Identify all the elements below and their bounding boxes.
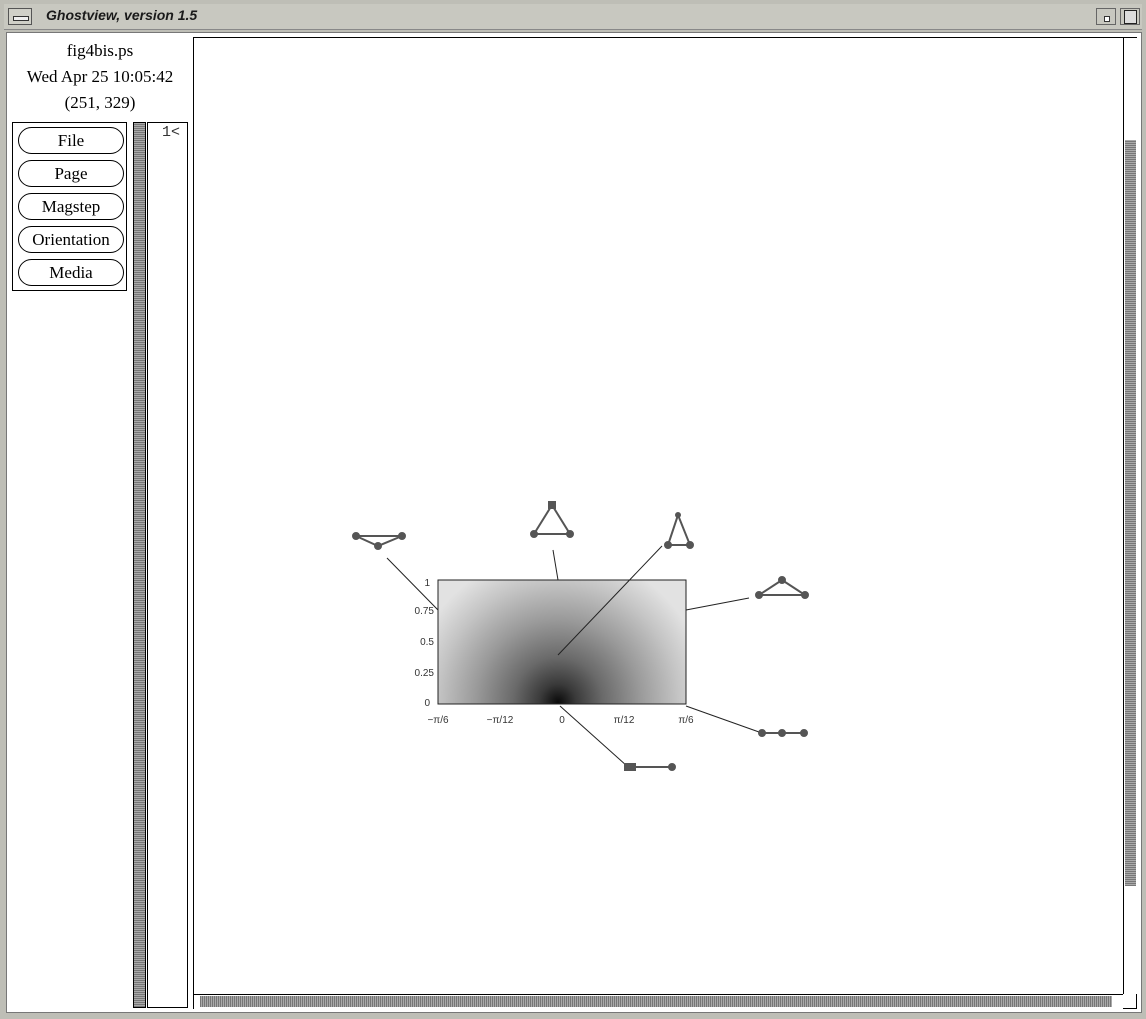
file-button[interactable]: File <box>18 127 124 154</box>
horizontal-scroll-thumb[interactable] <box>200 996 1112 1007</box>
orientation-button[interactable]: Orientation <box>18 226 124 253</box>
postscript-figure: 1 0.75 0.5 0.25 0 −π/6 −π/12 0 π/12 π/6 <box>352 501 809 771</box>
maximize-icon <box>1124 10 1137 24</box>
y-tick-label: 1 <box>424 578 430 589</box>
minimize-button[interactable] <box>1096 8 1116 25</box>
magstep-button[interactable]: Magstep <box>18 193 124 220</box>
linear-glyph-bottom-right <box>758 729 808 737</box>
window-frame: Ghostview, version 1.5 fig4bis.ps Wed Ap… <box>0 0 1146 1019</box>
vertical-scroll-thumb[interactable] <box>1125 140 1136 886</box>
heatmap <box>438 580 686 704</box>
horizontal-scrollbar[interactable] <box>194 994 1123 1009</box>
cursor-coords: (251, 329) <box>64 93 136 112</box>
vertical-scrollbar[interactable] <box>1123 38 1137 994</box>
command-panel: File Page Magstep Orientation Media <box>12 122 127 291</box>
linear-glyph-bottom <box>624 763 676 771</box>
page-view[interactable]: 1 0.75 0.5 0.25 0 −π/6 −π/12 0 π/12 π/6 <box>193 37 1137 1009</box>
scroll-corner <box>1123 994 1136 1008</box>
window-menu-icon <box>13 16 29 21</box>
maximize-button[interactable] <box>1120 8 1140 25</box>
x-tick-label: π/12 <box>614 715 635 726</box>
page-list-scrollbar[interactable] <box>133 122 146 1008</box>
triangle-glyph-top-left <box>352 532 406 550</box>
client-area: fig4bis.ps Wed Apr 25 10:05:42 (251, 329… <box>6 32 1142 1013</box>
minimize-icon <box>1104 16 1110 22</box>
y-tick-label: 0 <box>424 698 430 709</box>
y-tick-label: 0.75 <box>415 606 435 617</box>
page-list[interactable]: 1< <box>147 122 188 1008</box>
file-name: fig4bis.ps <box>66 41 134 60</box>
y-tick-label: 0.5 <box>420 637 434 648</box>
window-menu-button[interactable] <box>8 8 32 25</box>
y-tick-label: 0.25 <box>415 668 435 679</box>
triangle-glyph-top <box>530 501 574 538</box>
triangle-glyph-top-right <box>664 512 694 549</box>
x-tick-label: −π/6 <box>427 715 449 726</box>
x-tick-label: 0 <box>559 715 565 726</box>
triangle-glyph-right <box>755 576 809 599</box>
page-button[interactable]: Page <box>18 160 124 187</box>
media-button[interactable]: Media <box>18 259 124 286</box>
page-list-item[interactable]: 1< <box>162 124 180 141</box>
title-bar[interactable]: Ghostview, version 1.5 <box>4 4 1142 30</box>
file-date: Wed Apr 25 10:05:42 <box>26 67 174 86</box>
x-tick-label: π/6 <box>678 715 694 726</box>
window-title: Ghostview, version 1.5 <box>46 7 198 23</box>
heatmap-panel: 1 0.75 0.5 0.25 0 −π/6 −π/12 0 π/12 π/6 <box>415 578 695 726</box>
x-tick-label: −π/12 <box>487 715 514 726</box>
